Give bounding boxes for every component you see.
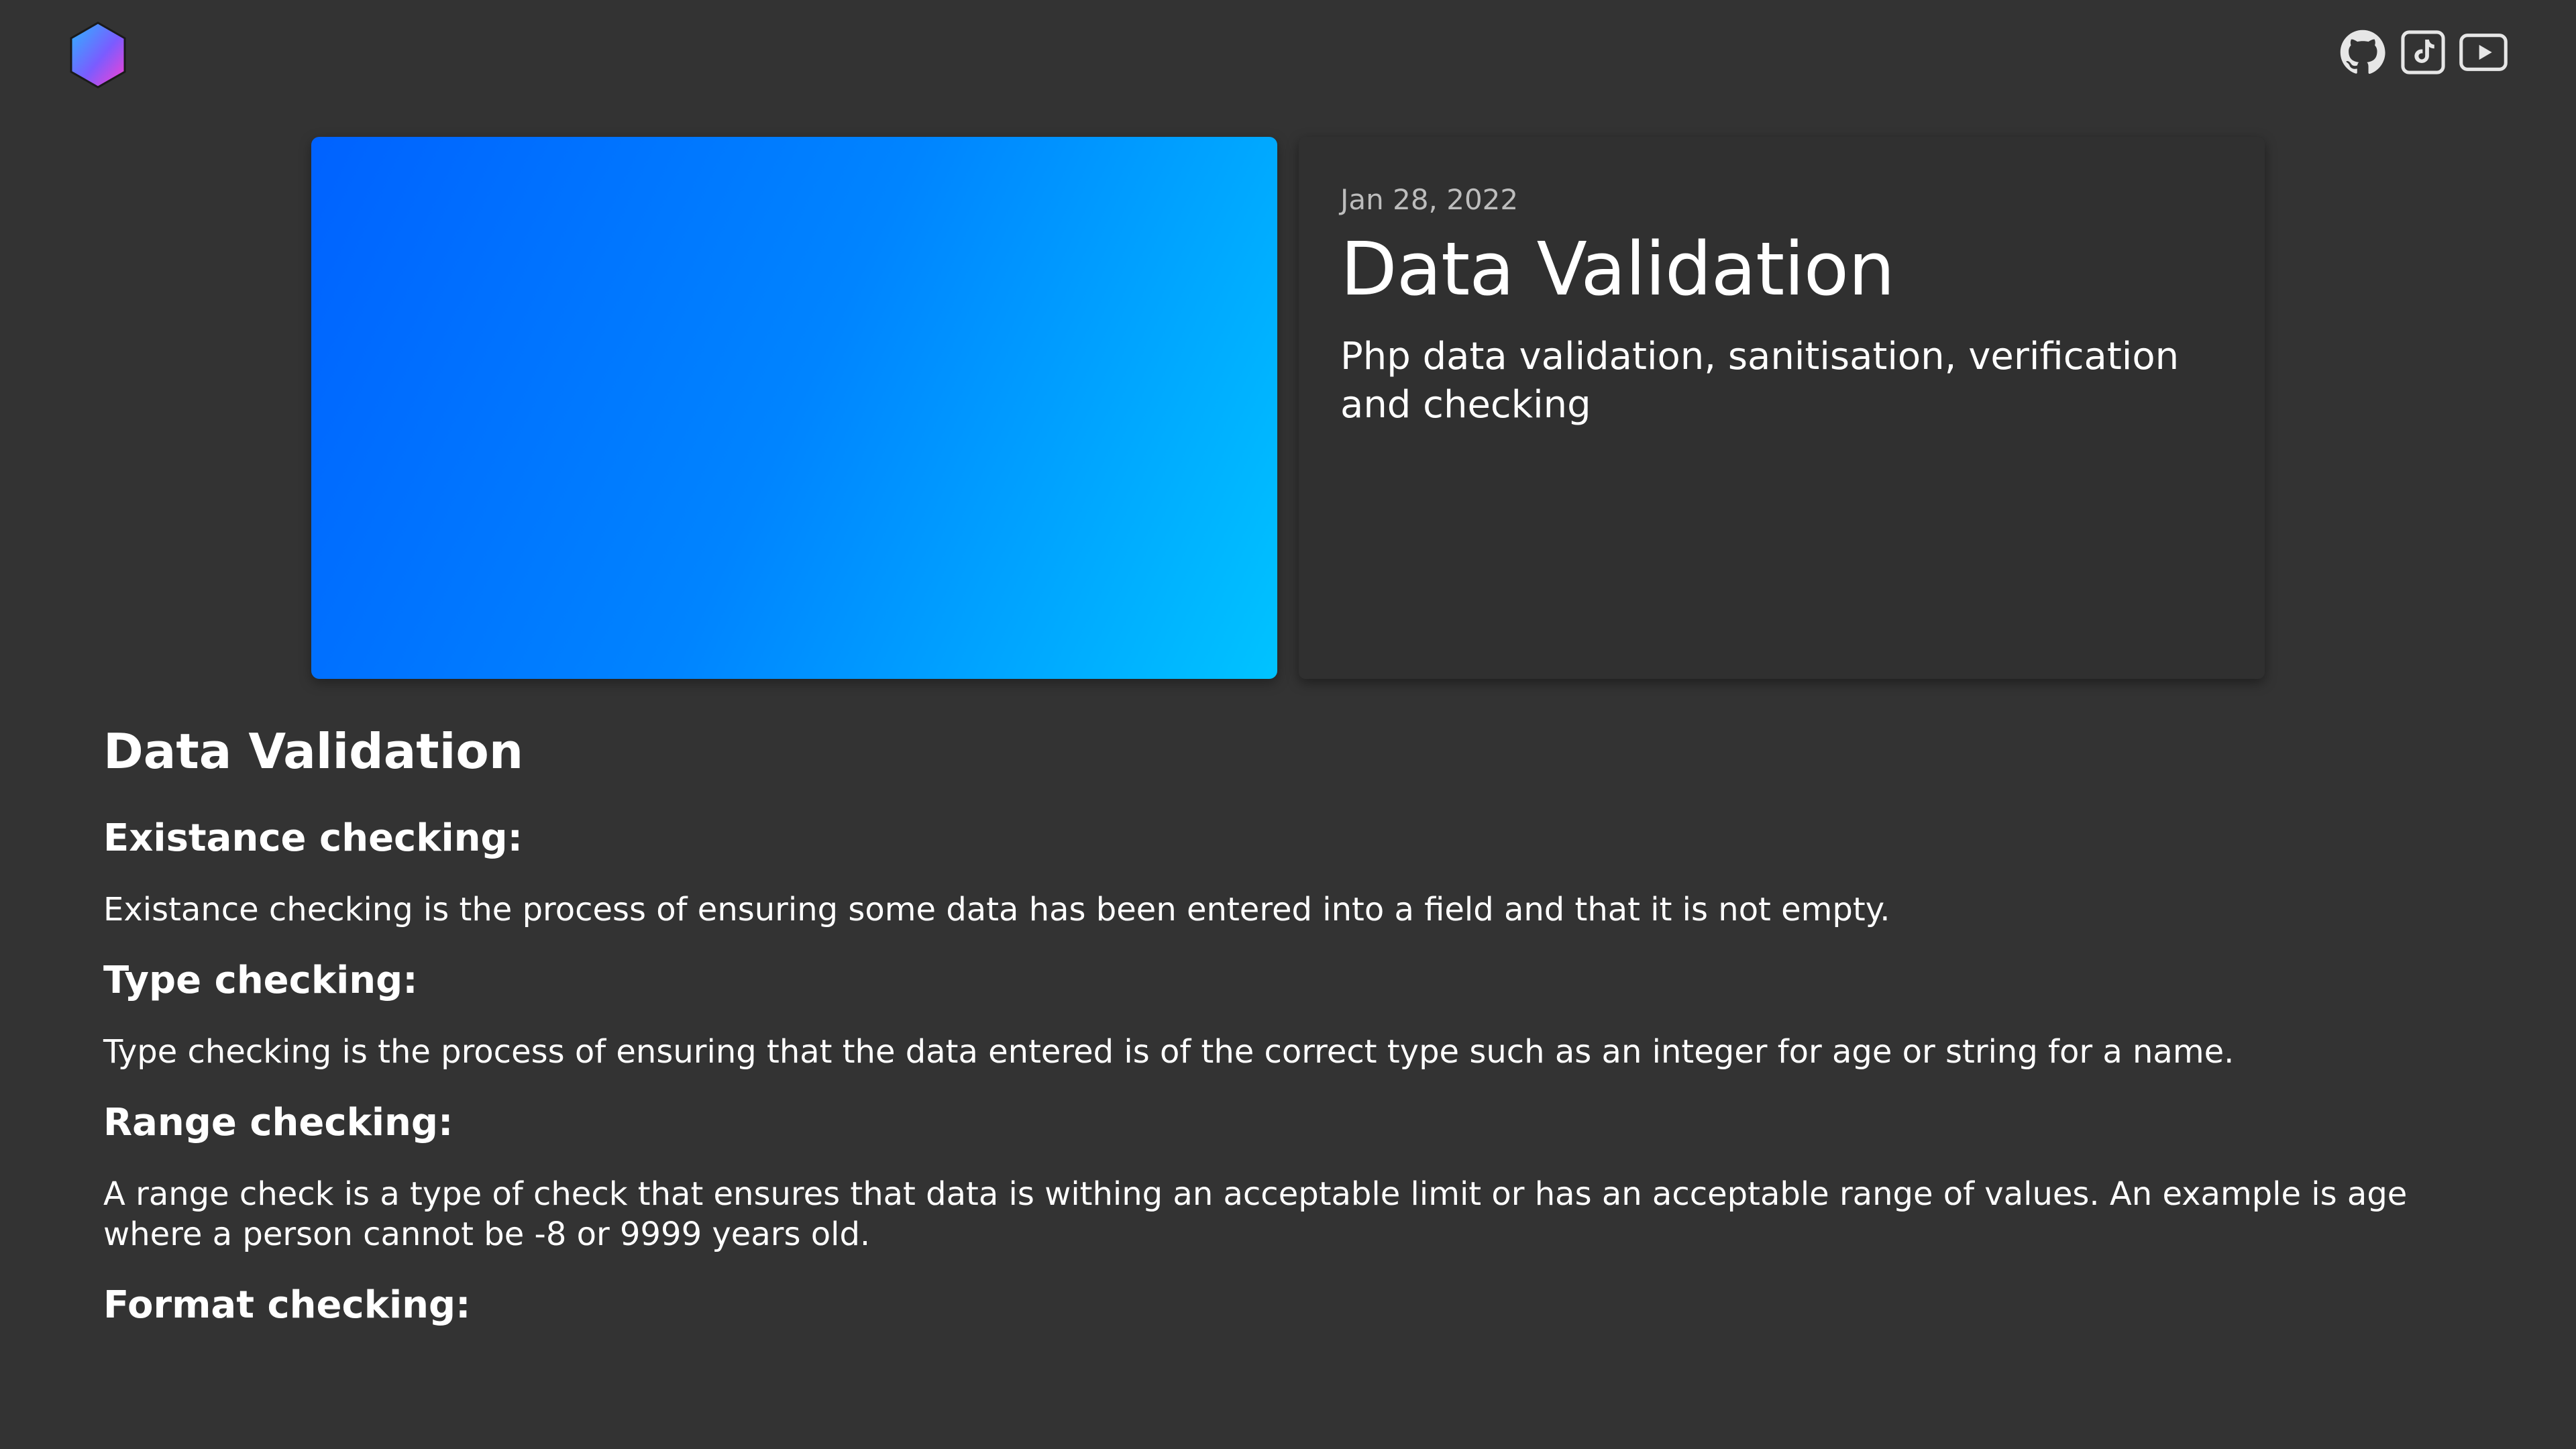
youtube-icon[interactable]: [2458, 27, 2509, 78]
tiktok-icon[interactable]: [2398, 27, 2449, 78]
hero-image[interactable]: [311, 137, 1277, 679]
article-content: Data Validation Existance checking: Exis…: [103, 718, 2491, 1356]
section-title-existance: Existance checking:: [103, 816, 523, 860]
article-heading: Data Validation: [103, 723, 524, 780]
section-body-type: Type checking is the process of ensuring…: [103, 1033, 2235, 1071]
section-title-type: Type checking:: [103, 959, 418, 1002]
post-description: Php data validation, sanitisation, verif…: [1340, 335, 2180, 427]
section-body-existance: Existance checking is the process of ens…: [103, 891, 1890, 928]
github-icon[interactable]: [2337, 27, 2388, 78]
social-links: [2337, 27, 2509, 78]
section-title-range: Range checking:: [103, 1101, 453, 1144]
post-date: Jan 28, 2022: [1340, 183, 1519, 216]
hero-card[interactable]: Jan 28, 2022 Data Validation Php data va…: [1299, 137, 2265, 679]
post-title: Data Validation: [1340, 226, 1895, 312]
section-body-range: A range check is a type of check that en…: [103, 1175, 2408, 1253]
site-logo-icon[interactable]: [67, 20, 129, 90]
section-title-format: Format checking:: [103, 1283, 471, 1327]
